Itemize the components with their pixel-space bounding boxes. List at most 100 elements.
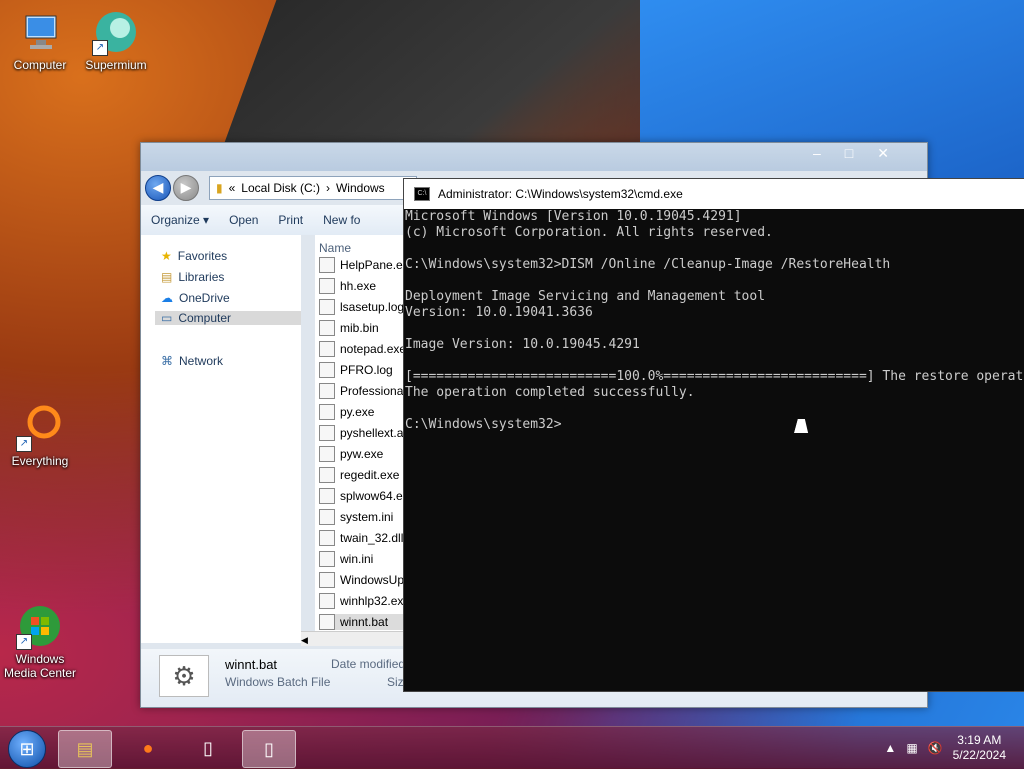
cmd-output-line: Image Version: 10.0.19045.4291: [405, 337, 640, 352]
back-button[interactable]: ◀: [145, 175, 171, 201]
file-name: PFRO.log: [340, 363, 393, 377]
file-icon: [319, 551, 335, 567]
details-date-label: Date modified: [331, 657, 406, 671]
address-bar[interactable]: ▮ « Local Disk (C:) › Windows: [209, 176, 417, 200]
cmd-output-line: (c) Microsoft Corporation. All rights re…: [405, 225, 773, 240]
file-list-item[interactable]: win.ini: [319, 551, 373, 567]
computer-icon: [16, 8, 64, 56]
clock[interactable]: 3:19 AM 5/22/2024: [953, 733, 1006, 763]
cmd-titlebar[interactable]: C:\ Administrator: C:\Windows\system32\c…: [404, 179, 1024, 209]
file-list-item[interactable]: py.exe: [319, 404, 374, 420]
file-list-item[interactable]: PFRO.log: [319, 362, 393, 378]
file-name: HelpPane.exe: [340, 258, 410, 272]
file-name: lsasetup.log: [340, 300, 405, 314]
file-list-item[interactable]: mib.bin: [319, 320, 379, 336]
nav-item-favorites[interactable]: ★ Favorites: [161, 249, 227, 263]
file-icon: [319, 488, 335, 504]
file-list-item[interactable]: notepad.exe: [319, 341, 406, 357]
blank-document-icon: ▯: [203, 738, 213, 758]
open-button[interactable]: Open: [219, 213, 268, 227]
file-list-item[interactable]: system.ini: [319, 509, 393, 525]
file-icon: [319, 425, 335, 441]
file-list-item[interactable]: winhlp32.exe: [319, 593, 410, 609]
taskbar-firefox[interactable]: ●: [122, 730, 174, 766]
breadcrumb-overflow[interactable]: «: [229, 181, 236, 195]
file-list-item[interactable]: hh.exe: [319, 278, 376, 294]
desktop-icon-supermium[interactable]: ↗ Supermium: [76, 8, 156, 72]
desktop-icon-computer[interactable]: Computer: [0, 8, 80, 72]
nav-item-onedrive[interactable]: ☁ OneDrive: [161, 291, 230, 305]
file-list-item[interactable]: WindowsUp: [319, 572, 404, 588]
navigation-pane: ★ Favorites ▤ Libraries ☁ OneDrive ▭ Compute…: [141, 235, 301, 643]
file-name: WindowsUp: [340, 573, 405, 587]
details-file-name: winnt.bat: [225, 657, 278, 672]
file-icon: [319, 572, 335, 588]
desktop-icon-everything[interactable]: ↗ Everything: [0, 404, 80, 468]
nav-item-libraries[interactable]: ▤ Libraries: [161, 270, 224, 284]
file-icon: [319, 278, 335, 294]
show-hidden-icons-icon[interactable]: ▲: [884, 741, 896, 755]
file-list-item[interactable]: twain_32.dll: [319, 530, 403, 546]
taskbar: ⊞ ▤ ● ▯ ▯ ▲ ▦ 🔇 3:19 AM 5/22/2024: [0, 726, 1024, 769]
chevron-right-icon: ›: [325, 181, 330, 195]
file-list-item[interactable]: splwow64.exe: [319, 488, 410, 504]
explorer-titlebar[interactable]: –□✕: [141, 143, 927, 171]
scroll-left-arrow-icon[interactable]: ◀: [301, 635, 308, 645]
blank-document-icon: ▯: [264, 739, 274, 759]
breadcrumb-windows[interactable]: Windows: [336, 181, 385, 195]
file-icon: [319, 383, 335, 399]
file-name: hh.exe: [340, 279, 377, 293]
network-icon: ⌘: [161, 354, 173, 368]
file-icon: [319, 341, 335, 357]
file-name: win.ini: [340, 552, 374, 566]
file-list-item[interactable]: regedit.exe: [319, 467, 399, 483]
file-name: splwow64.exe: [340, 489, 410, 503]
file-list-item[interactable]: pyshellext.am: [319, 425, 410, 441]
print-button[interactable]: Print: [268, 213, 313, 227]
clock-date: 5/22/2024: [952, 748, 1006, 762]
cmd-output-line: Microsoft Windows [Version 10.0.19045.42…: [405, 209, 742, 224]
file-list: Name HelpPane.exe hh.exe lsasetup.log mib.b…: [315, 235, 410, 643]
network-icon[interactable]: ▦: [906, 741, 917, 755]
clock-time: 3:19 AM: [957, 733, 1002, 747]
folder-icon: ▮: [216, 181, 223, 195]
shortcut-arrow-icon: ↗: [92, 40, 108, 56]
desktop-icon-label: Windows Media Center: [3, 652, 77, 680]
file-list-item[interactable]: lsasetup.log: [319, 299, 404, 315]
file-name: pyshellext.am: [340, 426, 410, 440]
column-header-name[interactable]: Name: [319, 241, 351, 255]
cmd-window[interactable]: C:\ Administrator: C:\Windows\system32\c…: [403, 178, 1024, 692]
nav-item-computer[interactable]: ▭ Computer: [155, 311, 301, 325]
file-name: regedit.exe: [340, 468, 400, 482]
cmd-output[interactable]: Microsoft Windows [Version 10.0.19045.42…: [405, 209, 1024, 691]
breadcrumb-local-disk[interactable]: Local Disk (C:): [241, 181, 320, 195]
desktop-icon-label: Everything: [11, 454, 69, 468]
console-icon: C:\: [414, 187, 430, 201]
library-icon: ▤: [161, 270, 173, 284]
window-controls[interactable]: –□✕: [813, 145, 913, 162]
computer-icon: ▭: [161, 311, 173, 325]
file-icon: [319, 320, 335, 336]
new-folder-button[interactable]: New fo: [313, 213, 370, 227]
horizontal-scrollbar[interactable]: ◀: [301, 631, 411, 646]
desktop-icon-label: Supermium: [85, 58, 147, 72]
file-list-item[interactable]: HelpPane.exe: [319, 257, 410, 273]
taskbar-document-2[interactable]: ▯: [242, 730, 296, 768]
star-icon: ★: [161, 249, 172, 263]
desktop-icon-media-center[interactable]: ↗ Windows Media Center: [0, 602, 80, 680]
file-icon: [319, 299, 335, 315]
taskbar-document[interactable]: ▯: [182, 730, 234, 766]
forward-button[interactable]: ▶: [173, 175, 199, 201]
volume-muted-icon[interactable]: 🔇: [928, 741, 943, 755]
taskbar-explorer[interactable]: ▤: [58, 730, 112, 768]
file-name: py.exe: [340, 405, 375, 419]
file-list-item[interactable]: Professional: [319, 383, 406, 399]
system-tray: ▲ ▦ 🔇 3:19 AM 5/22/2024: [884, 727, 1024, 769]
file-list-item[interactable]: pyw.exe: [319, 446, 383, 462]
start-button[interactable]: ⊞: [8, 730, 46, 768]
file-name: pyw.exe: [340, 447, 384, 461]
organize-button[interactable]: Organize ▾: [141, 213, 219, 227]
nav-item-network[interactable]: ⌘ Network: [161, 354, 223, 368]
file-icon: [319, 257, 335, 273]
file-list-item[interactable]: winnt.bat: [319, 614, 410, 630]
